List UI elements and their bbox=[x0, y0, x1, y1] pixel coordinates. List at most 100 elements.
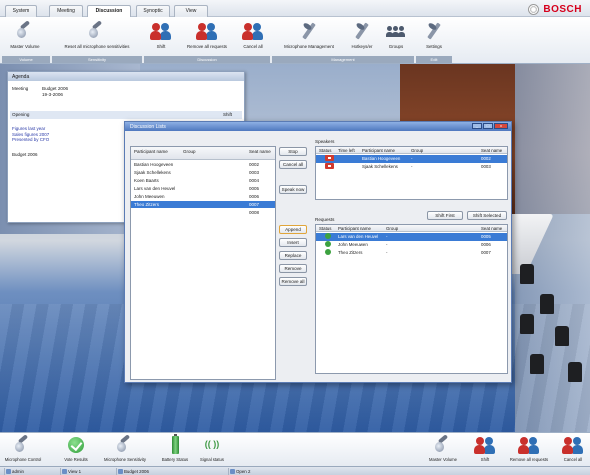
participant-name: Lars van den Heuvel bbox=[134, 186, 176, 191]
request-row-selected[interactable]: Lars van den Heuvel - 0005 bbox=[316, 233, 507, 241]
participants-header: Participant name Group Seat name bbox=[131, 147, 275, 160]
window-controls: _ □ x bbox=[472, 123, 508, 129]
speaker-group: - bbox=[411, 156, 413, 161]
tab-system[interactable]: System bbox=[5, 5, 37, 17]
chair bbox=[520, 314, 534, 334]
participant-row[interactable]: Lars van den Heuvel 0005 bbox=[131, 185, 275, 192]
speakers-header: Status Time left Participant name Group … bbox=[316, 147, 507, 154]
request-row[interactable]: Theo Zitzers - 0007 bbox=[316, 249, 507, 257]
col-participant-name[interactable]: Participant name bbox=[362, 148, 395, 153]
remove-requests-icon bbox=[196, 20, 218, 42]
remove-button[interactable]: Remove bbox=[279, 264, 307, 273]
participants-list[interactable]: Participant name Group Seat name Bastian… bbox=[130, 146, 276, 380]
tab-discussion[interactable]: Discussion bbox=[87, 5, 131, 17]
requests-list[interactable]: Status Participant name Group Seat name … bbox=[315, 224, 508, 374]
request-icon bbox=[325, 233, 331, 239]
speaker-row[interactable]: Sjaak Schellekens - 0003 bbox=[316, 163, 507, 171]
master-volume-bottom-button[interactable]: Master Volume bbox=[422, 434, 464, 466]
meeting-label: Meeting bbox=[12, 86, 29, 91]
col-time-left[interactable]: Time left bbox=[338, 148, 355, 153]
vote-results-label: Vote Results bbox=[64, 457, 88, 462]
shift-selected-button[interactable]: Shift Selected bbox=[467, 211, 507, 220]
microphone-on-icon bbox=[325, 155, 334, 161]
signal-status-button[interactable]: Signal status bbox=[196, 434, 228, 466]
requests-label: Requests bbox=[315, 217, 335, 222]
participant-row-selected[interactable]: Theo Zitzers 0007 bbox=[131, 201, 275, 208]
append-button[interactable]: Append bbox=[279, 225, 307, 234]
col-status[interactable]: Status bbox=[319, 226, 331, 231]
battery-status-button[interactable]: Battery Status bbox=[158, 434, 192, 466]
speak-now-button[interactable]: Speak now bbox=[279, 185, 307, 194]
remove-all-requests-bottom-button[interactable]: Remove all requests bbox=[502, 434, 556, 466]
participant-row[interactable]: John Meeuwen 0006 bbox=[131, 193, 275, 200]
participant-row[interactable]: Sjaak Schellekens 0003 bbox=[131, 169, 275, 176]
participant-seat: 0007 bbox=[249, 202, 260, 207]
speaker-name: Sjaak Schellekens bbox=[362, 164, 398, 169]
col-group[interactable]: Group bbox=[183, 149, 196, 154]
minimize-icon[interactable]: _ bbox=[472, 123, 482, 129]
microphone-management-button[interactable]: Microphone Management bbox=[274, 20, 344, 54]
request-group: - bbox=[386, 234, 388, 239]
status-user: admin bbox=[4, 468, 56, 475]
microphone-icon bbox=[14, 20, 36, 42]
tab-view[interactable]: View bbox=[174, 5, 208, 17]
discussion-lists-titlebar[interactable]: Discussion Lists _ □ x bbox=[125, 122, 511, 131]
master-volume-button[interactable]: Master Volume bbox=[4, 20, 46, 54]
speaker-seat: 0002 bbox=[481, 156, 491, 161]
stop-button[interactable]: Stop bbox=[279, 147, 307, 156]
col-group[interactable]: Group bbox=[411, 148, 423, 153]
status-view[interactable]: View 1 bbox=[60, 468, 112, 475]
brand: BOSCH bbox=[528, 3, 582, 15]
agenda-item[interactable]: Figures last year bbox=[12, 126, 49, 132]
brand-name: BOSCH bbox=[543, 3, 582, 15]
settings-button[interactable]: Settings bbox=[420, 20, 448, 54]
col-participant-name[interactable]: Participant name bbox=[134, 149, 172, 154]
close-icon[interactable]: x bbox=[494, 123, 508, 129]
cancel-all-speakers-button[interactable]: Cancel all bbox=[279, 160, 307, 169]
ribbon-tab-bar: System Meeting Discussion Synoptic View … bbox=[0, 0, 590, 17]
remove-all-button[interactable]: Remove all bbox=[279, 277, 307, 286]
vote-results-button[interactable]: Vote Results bbox=[62, 434, 90, 466]
participant-name: Koen Baarts bbox=[134, 178, 159, 183]
status-meeting[interactable]: Budget 2006 bbox=[116, 468, 224, 475]
shift-bottom-button[interactable]: Shift bbox=[472, 434, 498, 466]
shift-first-button[interactable]: Shift First bbox=[427, 211, 463, 220]
cancel-all-bottom-button[interactable]: Cancel all bbox=[558, 434, 588, 466]
participant-row[interactable]: Bastian Hoogeveen 0002 bbox=[131, 161, 275, 168]
tab-synoptic[interactable]: Synoptic bbox=[136, 5, 170, 17]
request-seat: 0007 bbox=[481, 250, 491, 255]
microphone-sensitivity-button[interactable]: Microphone Sensitivity bbox=[94, 434, 156, 466]
insert-button[interactable]: Insert bbox=[279, 238, 307, 247]
participant-row[interactable]: Koen Baarts 0004 bbox=[131, 177, 275, 184]
shift-icon bbox=[150, 20, 172, 42]
speakers-list[interactable]: Status Time left Participant name Group … bbox=[315, 146, 508, 200]
participant-row[interactable]: 0008 bbox=[131, 209, 275, 216]
signal-status-label: Signal status bbox=[200, 457, 224, 462]
col-seat-name[interactable]: Seat name bbox=[249, 149, 273, 154]
agenda-item-opening[interactable]: Opening bbox=[10, 111, 242, 119]
col-seat-name[interactable]: Seat name bbox=[481, 226, 502, 231]
request-icon bbox=[325, 241, 331, 247]
replace-button[interactable]: Replace bbox=[279, 251, 307, 260]
col-seat-name[interactable]: Seat name bbox=[481, 148, 502, 153]
shift-button[interactable]: Shift bbox=[148, 20, 174, 54]
col-group[interactable]: Group bbox=[386, 226, 398, 231]
master-volume-bottom-label: Master Volume bbox=[429, 457, 457, 462]
status-open[interactable]: Open 2 bbox=[228, 468, 348, 475]
agenda-budget[interactable]: Budget 2006 bbox=[12, 152, 38, 157]
groups-button[interactable]: Groups bbox=[382, 20, 410, 54]
col-status[interactable]: Status bbox=[319, 148, 331, 153]
remove-requests-icon bbox=[518, 434, 540, 456]
tab-meeting[interactable]: Meeting bbox=[49, 5, 83, 17]
maximize-icon[interactable]: □ bbox=[483, 123, 493, 129]
request-row[interactable]: John Meeuwen - 0006 bbox=[316, 241, 507, 249]
speaker-row-selected[interactable]: Bastian Hoogeveen - 0002 bbox=[316, 155, 507, 163]
hotkeys-button[interactable]: Hotkeys/er bbox=[346, 20, 378, 54]
participant-seat: 0003 bbox=[249, 170, 260, 175]
microphone-control-button[interactable]: Microphone Control bbox=[4, 434, 42, 466]
agenda-item[interactable]: Presented by CFO bbox=[12, 137, 49, 143]
reset-sensitivities-button[interactable]: Reset all microphone sensitivities bbox=[54, 20, 140, 54]
remove-all-requests-button[interactable]: Remove all requests bbox=[180, 20, 234, 54]
col-participant-name[interactable]: Participant name bbox=[338, 226, 371, 231]
cancel-all-button[interactable]: Cancel all bbox=[238, 20, 268, 54]
